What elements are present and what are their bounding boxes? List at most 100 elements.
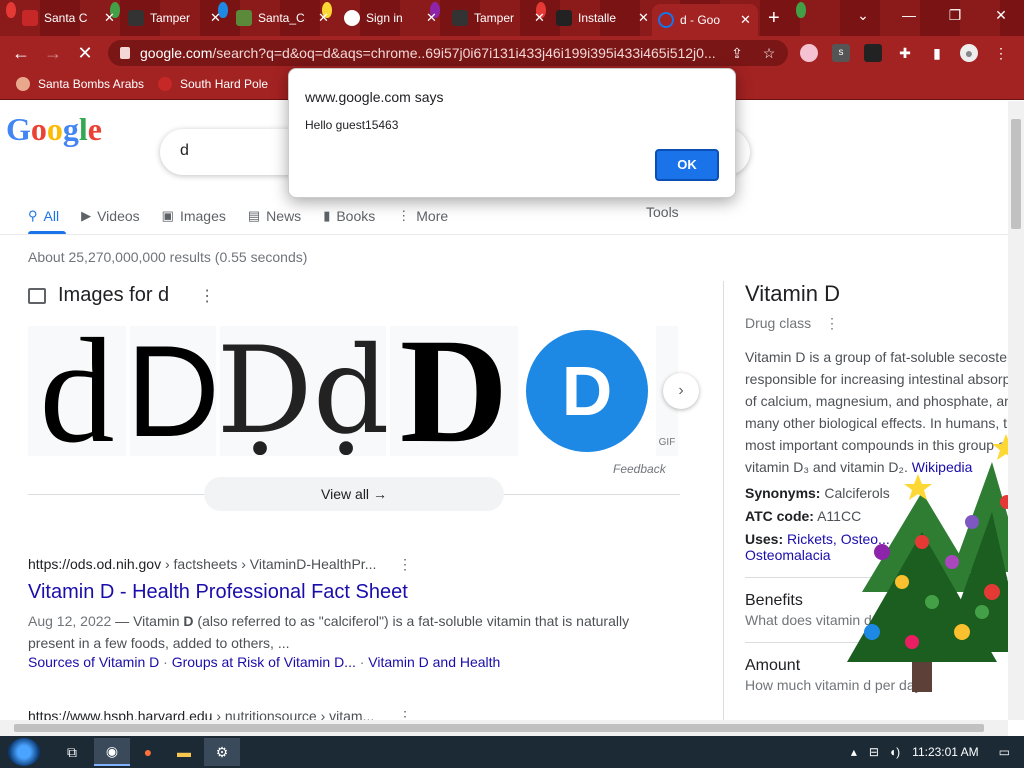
more-options-icon[interactable]: ⋮ bbox=[398, 556, 412, 573]
notifications-icon[interactable]: ▭ bbox=[999, 745, 1010, 759]
close-icon[interactable]: ✕ bbox=[638, 10, 649, 26]
view-all-button[interactable]: View all → bbox=[204, 477, 504, 511]
tab-news[interactable]: ▤ News bbox=[248, 204, 301, 228]
forward-button[interactable]: → bbox=[42, 42, 64, 64]
close-icon[interactable]: ✕ bbox=[534, 10, 545, 26]
stop-button[interactable]: ✕ bbox=[74, 42, 96, 64]
tab-title: Sign in bbox=[366, 11, 403, 25]
start-button[interactable] bbox=[8, 738, 40, 766]
ok-button[interactable]: OK bbox=[655, 149, 719, 181]
file-explorer-icon[interactable]: ▬ bbox=[166, 738, 202, 766]
close-icon[interactable]: ✕ bbox=[740, 12, 751, 28]
restore-button[interactable]: ❐ bbox=[932, 0, 978, 30]
puzzle-extensions-icon[interactable]: ✚ bbox=[896, 44, 914, 62]
scrollbar-thumb[interactable] bbox=[14, 724, 984, 732]
result-snippet: Aug 12, 2022 — Vitamin D (also referred … bbox=[28, 610, 678, 654]
horizontal-scrollbar[interactable] bbox=[0, 720, 1008, 736]
lock-icon[interactable] bbox=[120, 47, 130, 59]
kp-link[interactable]: Osteomalacia bbox=[745, 547, 831, 563]
bookmark-label: Santa Bombs Arabs bbox=[38, 77, 145, 91]
bookmark-santa-bombs[interactable]: Santa Bombs Arabs bbox=[16, 77, 144, 91]
snippet-text: — Vitamin bbox=[111, 613, 184, 629]
result-url[interactable]: https://ods.od.nih.gov › factsheets › Vi… bbox=[28, 556, 678, 572]
more-options-icon[interactable]: ⋮ bbox=[825, 315, 839, 331]
tab-more[interactable]: ⋮ More bbox=[397, 204, 448, 228]
google-icon bbox=[344, 10, 360, 26]
sitelink[interactable]: Sources of Vitamin D bbox=[28, 654, 159, 670]
sitelink[interactable]: Vitamin D and Health bbox=[368, 654, 500, 670]
more-options-icon[interactable]: ⋮ bbox=[398, 708, 412, 720]
url-path: /search?q=d&oq=d&aqs=chrome..69i57j0i67i… bbox=[212, 45, 716, 61]
arrow-right-icon: → bbox=[372, 486, 387, 502]
image-thumbnail[interactable]: Ḍḍ bbox=[216, 326, 390, 456]
image-thumbnail[interactable]: D bbox=[522, 326, 652, 456]
tab-tamper-2[interactable]: Tamper ✕ bbox=[446, 4, 551, 32]
firefox-icon[interactable]: ● bbox=[130, 738, 166, 766]
volume-icon[interactable]: ◖) bbox=[889, 745, 900, 759]
tab-videos[interactable]: ▶ Videos bbox=[81, 204, 140, 228]
scrollbar-thumb[interactable] bbox=[1011, 119, 1021, 229]
tab-books[interactable]: ▮ Books bbox=[323, 204, 375, 228]
tab-santa-c-2[interactable]: Santa_C ✕ bbox=[230, 4, 335, 32]
tab-tamper[interactable]: Tamper ✕ bbox=[122, 4, 227, 32]
profile-avatar-icon[interactable]: ● bbox=[960, 44, 978, 62]
settings-icon[interactable]: ⚙ bbox=[204, 738, 240, 766]
network-icon[interactable]: ⊟ bbox=[869, 745, 879, 759]
menu-kebab-icon[interactable]: ⋮ bbox=[992, 44, 1010, 62]
tab-title: Tamper bbox=[150, 11, 191, 25]
tab-sign-in[interactable]: Sign in ✕ bbox=[338, 4, 443, 32]
google-doodle-logo[interactable]: Google bbox=[6, 111, 102, 148]
tab-images[interactable]: ▣ Images bbox=[162, 204, 226, 228]
minimize-button[interactable]: — bbox=[886, 0, 932, 30]
tools-button[interactable]: Tools bbox=[646, 204, 679, 220]
tab-search-icon[interactable]: ⌄ bbox=[840, 0, 886, 30]
back-button[interactable]: ← bbox=[10, 42, 32, 64]
image-thumbnail[interactable]: d bbox=[28, 326, 126, 456]
images-section-title[interactable]: Images for d bbox=[58, 284, 169, 307]
light-bulb-decoration bbox=[6, 2, 16, 18]
vertical-scrollbar[interactable] bbox=[1008, 101, 1024, 720]
bookmark-star-icon[interactable]: ☆ bbox=[760, 44, 778, 62]
images-section-header: Images for d ⋮ bbox=[28, 284, 215, 307]
task-view-icon[interactable]: ⧉ bbox=[54, 738, 90, 766]
address-bar[interactable]: google.com/search?q=d&oq=d&aqs=chrome..6… bbox=[108, 40, 788, 66]
new-tab-button[interactable]: + bbox=[762, 4, 786, 32]
sitelink[interactable]: Groups at Risk of Vitamin D... bbox=[172, 654, 356, 670]
image-thumbnail[interactable]: D bbox=[390, 326, 518, 456]
close-window-button[interactable]: ✕ bbox=[978, 0, 1024, 30]
close-icon[interactable]: ✕ bbox=[210, 10, 221, 26]
tampermonkey-icon[interactable] bbox=[864, 44, 882, 62]
tab-santa-c[interactable]: Santa C ✕ bbox=[16, 4, 121, 32]
close-icon[interactable]: ✕ bbox=[318, 10, 329, 26]
carousel-next-button[interactable]: › bbox=[663, 373, 699, 409]
bookmark-south-hard-pole[interactable]: South Hard Pole bbox=[158, 77, 268, 91]
tab-active-search[interactable]: d - Goo ✕ bbox=[652, 4, 758, 36]
result-stats: About 25,270,000,000 results (0.55 secon… bbox=[28, 249, 308, 265]
close-icon[interactable]: ✕ bbox=[426, 10, 437, 26]
more-options-icon[interactable]: ⋮ bbox=[199, 286, 215, 306]
favicon-icon bbox=[556, 10, 572, 26]
share-icon[interactable]: ⇪ bbox=[728, 44, 746, 62]
clock[interactable]: 11:23:01 AM bbox=[912, 745, 979, 759]
tray-chevron-icon[interactable]: ▴ bbox=[851, 745, 857, 759]
tab-all[interactable]: ⚲ All bbox=[28, 204, 59, 228]
result-title-link[interactable]: Vitamin D - Health Professional Fact She… bbox=[28, 581, 678, 604]
result-url[interactable]: https://www.hsph.harvard.edu › nutrition… bbox=[28, 708, 678, 720]
favicon-icon bbox=[22, 10, 38, 26]
tab-label: More bbox=[416, 208, 449, 224]
search-result: https://www.hsph.harvard.edu › nutrition… bbox=[28, 708, 678, 720]
tab-installed[interactable]: Installe ✕ bbox=[550, 4, 655, 32]
kp-title: Vitamin D bbox=[745, 281, 840, 306]
side-panel-icon[interactable]: ▮ bbox=[928, 44, 946, 62]
tab-title: Santa_C bbox=[258, 11, 305, 25]
tab-label: Books bbox=[336, 208, 376, 224]
bookmark-favicon-icon bbox=[16, 77, 30, 91]
close-icon[interactable]: ✕ bbox=[104, 10, 115, 26]
chrome-icon[interactable]: ◉ bbox=[94, 738, 130, 766]
feedback-link[interactable]: Feedback bbox=[613, 462, 666, 476]
search-tabs: ⚲ All ▶ Videos ▣ Images ▤ News ▮ Books ⋮ More bbox=[28, 204, 470, 234]
extension-flag-icon[interactable] bbox=[800, 44, 818, 62]
image-thumbnail[interactable]: D bbox=[126, 326, 220, 456]
result-date: Aug 12, 2022 bbox=[28, 613, 112, 629]
extension-s-icon[interactable]: s bbox=[832, 44, 850, 62]
